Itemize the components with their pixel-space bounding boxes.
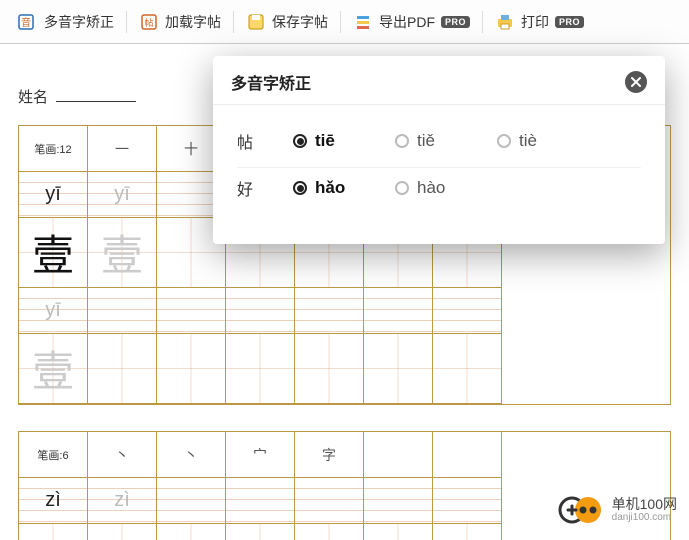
radio-label: tiè [519, 131, 537, 151]
radio-dot-icon [293, 181, 307, 195]
close-button[interactable] [625, 71, 647, 93]
radio-dot-icon [395, 181, 409, 195]
polyphone-label: 多音字矫正 [44, 12, 114, 32]
save-template-button[interactable]: 保存字帖 [234, 0, 340, 44]
pro-badge: PRO [441, 16, 470, 28]
save-icon [246, 12, 266, 32]
radio-option[interactable]: hào [395, 178, 471, 198]
radio-dot-icon [497, 134, 511, 148]
polyphone-icon: 音 [18, 12, 38, 32]
radio-dot-icon [293, 134, 307, 148]
radio-option[interactable]: tiè [497, 131, 573, 151]
polyphone-correction-button[interactable]: 音 多音字矫正 [6, 0, 126, 44]
radio-label: tiē [315, 131, 335, 151]
modal-body: 帖 tiē tiě tiè 好 hǎo hào [213, 105, 665, 244]
export-label: 导出PDF [379, 12, 435, 32]
svg-text:帖: 帖 [144, 17, 153, 28]
row-char: 好 [237, 176, 267, 200]
radio-label: hào [417, 178, 445, 198]
polyphone-modal: 多音字矫正 帖 tiē tiě tiè 好 hǎo hào [213, 56, 665, 244]
brand-domain: danji100.com [612, 512, 677, 523]
svg-text:音: 音 [21, 16, 31, 29]
save-label: 保存字帖 [272, 12, 328, 32]
radio-dot-icon [395, 134, 409, 148]
radio-option[interactable]: tiě [395, 131, 471, 151]
load-icon: 帖 [139, 12, 159, 32]
modal-title: 多音字矫正 [231, 70, 311, 94]
radio-label: hǎo [315, 178, 345, 198]
load-template-button[interactable]: 帖 加载字帖 [127, 0, 233, 44]
radio-option[interactable]: hǎo [293, 178, 369, 198]
print-button[interactable]: 打印 PRO [483, 0, 596, 44]
print-label: 打印 [521, 12, 549, 32]
modal-header: 多音字矫正 [213, 56, 665, 105]
toolbar: 音 多音字矫正 帖 加载字帖 保存字帖 导出PDF PRO 打印 PRO [0, 0, 689, 44]
pinyin-choice-row: 帖 tiē tiě tiè [237, 121, 641, 168]
load-label: 加载字帖 [165, 12, 221, 32]
export-icon [353, 12, 373, 32]
row-char: 帖 [237, 129, 267, 153]
pinyin-choice-row: 好 hǎo hào [237, 168, 641, 214]
close-icon [630, 76, 642, 88]
print-icon [495, 12, 515, 32]
pro-badge: PRO [555, 16, 584, 28]
radio-option[interactable]: tiē [293, 131, 369, 151]
brand-logo-icon [558, 490, 604, 530]
brand-name: 单机100网 [612, 497, 677, 512]
export-pdf-button[interactable]: 导出PDF PRO [341, 0, 482, 44]
brand-watermark: 单机100网 danji100.com [558, 490, 677, 530]
radio-label: tiě [417, 131, 435, 151]
